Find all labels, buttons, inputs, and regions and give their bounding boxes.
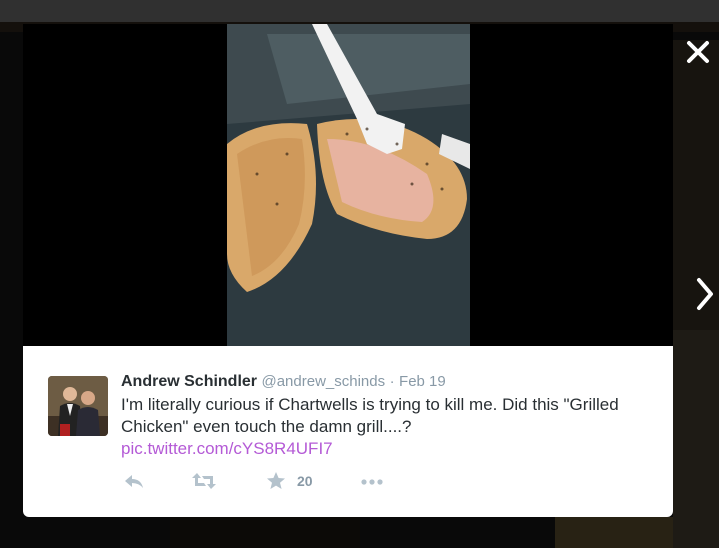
retweet-icon[interactable] xyxy=(191,470,217,492)
star-icon[interactable] xyxy=(265,470,287,492)
tweet-text: I'm literally curious if Chartwells is t… xyxy=(121,395,619,436)
tweet-header: Andrew Schindler @andrew_schinds · Feb 1… xyxy=(121,372,661,392)
close-icon[interactable] xyxy=(684,38,712,66)
tweet-content: Andrew Schindler @andrew_schinds · Feb 1… xyxy=(121,372,661,460)
separator: · xyxy=(389,373,395,390)
tweet-card: Andrew Schindler @andrew_schinds · Feb 1… xyxy=(23,346,673,517)
pic-link[interactable]: pic.twitter.com/cYS8R4UFI7 xyxy=(121,438,661,460)
user-handle[interactable]: @andrew_schinds xyxy=(261,373,385,390)
chevron-right-icon[interactable] xyxy=(695,276,715,312)
tweet-photo[interactable] xyxy=(227,24,470,346)
more-dots-icon[interactable] xyxy=(359,470,385,492)
tweet-date[interactable]: Feb 19 xyxy=(399,373,446,390)
display-name[interactable]: Andrew Schindler xyxy=(121,373,257,390)
chicken-photo-illustration xyxy=(227,24,470,346)
favorite-count: 20 xyxy=(297,473,313,489)
avatar[interactable] xyxy=(48,376,108,436)
reply-icon[interactable] xyxy=(123,470,145,492)
